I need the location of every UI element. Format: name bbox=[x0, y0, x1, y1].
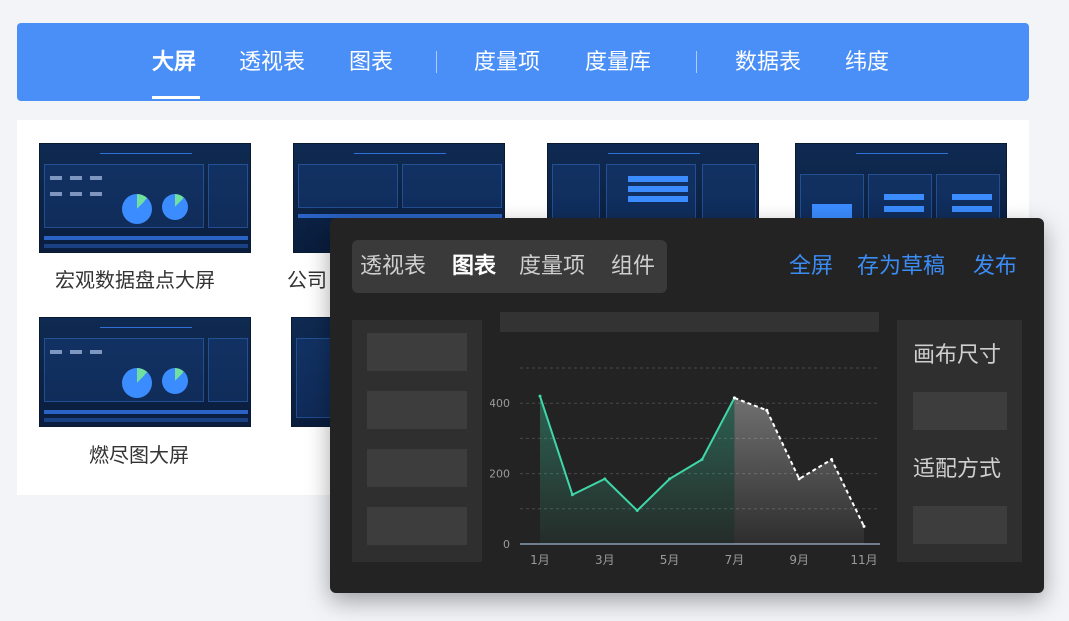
chart-x-tick-label: 1月 bbox=[530, 553, 550, 567]
thumbnail-bar bbox=[884, 206, 924, 212]
actual-data-point bbox=[700, 458, 704, 462]
thumbnail-header bbox=[100, 146, 192, 154]
thumbnail-cell bbox=[50, 350, 62, 354]
thumbnail-header bbox=[608, 146, 700, 154]
nav-tab-data-table[interactable]: 数据表 bbox=[735, 49, 801, 77]
chart-x-tick-label: 11月 bbox=[850, 553, 877, 567]
thumbnail-header bbox=[100, 320, 192, 328]
fit-mode-label: 适配方式 bbox=[913, 457, 1002, 482]
thumbnail-panel bbox=[208, 338, 248, 402]
publish-button[interactable]: 发布 bbox=[973, 253, 1017, 281]
thumbnail-pie bbox=[162, 368, 188, 394]
nav-tab-chart[interactable]: 图表 bbox=[349, 49, 393, 77]
thumbnail-cell bbox=[70, 192, 82, 196]
save-draft-button[interactable]: 存为草稿 bbox=[857, 253, 945, 281]
nav-tab-dashboard[interactable]: 大屏 bbox=[152, 49, 196, 77]
thumbnail-table-row bbox=[44, 236, 248, 240]
chart-x-tick-label: 9月 bbox=[789, 553, 809, 567]
thumbnail-header bbox=[354, 146, 446, 154]
nav-tab-pivot-table[interactable]: 透视表 bbox=[239, 49, 305, 77]
thumbnail-bar bbox=[952, 194, 992, 200]
thumbnail-cell bbox=[70, 176, 82, 180]
forecast-series-area bbox=[734, 397, 864, 544]
editor-tab-components[interactable]: 组件 bbox=[611, 253, 655, 281]
left-panel-placeholder[interactable] bbox=[367, 449, 467, 487]
chart-y-tick-label: 0 bbox=[503, 538, 510, 551]
actual-data-point bbox=[635, 509, 639, 513]
chart-y-tick-label: 200 bbox=[490, 468, 510, 481]
editor-right-panel: 画布尺寸 适配方式 bbox=[897, 320, 1022, 562]
forecast-data-point bbox=[732, 396, 736, 400]
canvas-size-label: 画布尺寸 bbox=[913, 343, 1002, 368]
nav-active-indicator bbox=[152, 96, 200, 99]
forecast-data-point bbox=[862, 524, 866, 528]
actual-data-point bbox=[668, 477, 672, 481]
thumbnail-cell bbox=[90, 350, 102, 354]
thumbnail-cell bbox=[90, 192, 102, 196]
editor-tab-group: 透视表 图表 度量项 组件 bbox=[352, 240, 667, 293]
actual-data-point bbox=[538, 394, 542, 398]
thumbnail-panel bbox=[702, 164, 756, 220]
chart-x-tick-label: 3月 bbox=[595, 553, 615, 567]
thumbnail-panel bbox=[298, 164, 398, 208]
actual-data-point bbox=[570, 493, 574, 497]
thumbnail-bar bbox=[884, 194, 924, 200]
thumbnail-panel bbox=[208, 164, 248, 228]
thumbnail-pie bbox=[122, 368, 152, 398]
thumbnail-label[interactable]: 燃尽图大屏 bbox=[89, 443, 189, 467]
forecast-data-point bbox=[830, 458, 834, 462]
editor-tab-chart[interactable]: 图表 bbox=[452, 253, 496, 281]
thumbnail-pie bbox=[162, 194, 188, 220]
chart-x-tick-label: 5月 bbox=[660, 553, 680, 567]
thumbnail-table-row bbox=[44, 410, 248, 414]
nav-tab-measure-library[interactable]: 度量库 bbox=[585, 49, 651, 77]
forecast-data-point bbox=[797, 477, 801, 481]
thumbnail-label[interactable]: 宏观数据盘点大屏 bbox=[55, 268, 215, 292]
editor-left-panel bbox=[352, 320, 482, 562]
top-nav-bar: 大屏 透视表 图表 度量项 度量库 数据表 纬度 bbox=[17, 23, 1029, 101]
fullscreen-button[interactable]: 全屏 bbox=[789, 253, 833, 281]
editor-tab-pivot-table[interactable]: 透视表 bbox=[360, 253, 426, 281]
chart-title-placeholder bbox=[500, 312, 879, 332]
thumbnail-header bbox=[856, 146, 948, 154]
thumbnail-cell bbox=[50, 192, 62, 196]
dashboard-thumbnail[interactable] bbox=[39, 143, 251, 253]
thumbnail-table-row bbox=[44, 418, 248, 422]
fit-mode-field[interactable] bbox=[913, 506, 1007, 544]
thumbnail-panel bbox=[552, 164, 600, 220]
thumbnail-panel bbox=[402, 164, 502, 208]
thumbnail-bar bbox=[628, 176, 688, 182]
left-panel-placeholder[interactable] bbox=[367, 507, 467, 545]
nav-tab-measure-items[interactable]: 度量项 bbox=[474, 49, 540, 77]
thumbnail-bar bbox=[952, 206, 992, 212]
left-panel-placeholder[interactable] bbox=[367, 391, 467, 429]
dashboard-thumbnail[interactable] bbox=[39, 317, 251, 427]
nav-divider bbox=[436, 51, 437, 73]
forecast-data-point bbox=[765, 408, 769, 412]
thumbnail-label[interactable]: 公司 bbox=[287, 268, 327, 292]
line-chart: 0 200 400 1月 3月 5月 7月 9月 11月 bbox=[490, 367, 880, 567]
canvas-size-field[interactable] bbox=[913, 392, 1007, 430]
thumbnail-bar bbox=[628, 186, 688, 192]
thumbnail-pie bbox=[122, 194, 152, 224]
chart-y-tick-label: 400 bbox=[490, 397, 510, 410]
nav-tab-dimension[interactable]: 纬度 bbox=[845, 49, 889, 77]
thumbnail-panel bbox=[606, 164, 696, 220]
thumbnail-table-row bbox=[44, 244, 248, 248]
actual-data-point bbox=[603, 477, 607, 481]
thumbnail-cell bbox=[70, 350, 82, 354]
thumbnail-cell bbox=[50, 176, 62, 180]
left-panel-placeholder[interactable] bbox=[367, 333, 467, 371]
chart-editor-panel: 透视表 图表 度量项 组件 全屏 存为草稿 发布 0 200 400 1月 3月 5月 7月… bbox=[330, 218, 1044, 593]
chart-x-tick-label: 7月 bbox=[725, 553, 745, 567]
actual-series-area bbox=[540, 396, 735, 544]
editor-tab-measure-items[interactable]: 度量项 bbox=[519, 253, 585, 281]
thumbnail-cell bbox=[90, 176, 102, 180]
thumbnail-bar bbox=[628, 196, 688, 202]
nav-divider bbox=[696, 51, 697, 73]
